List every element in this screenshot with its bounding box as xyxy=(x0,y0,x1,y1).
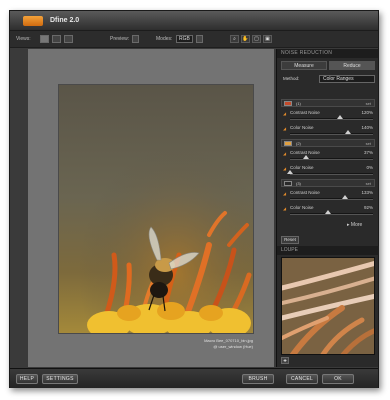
preview-photo xyxy=(58,84,254,334)
slider-track[interactable] xyxy=(290,195,373,200)
slider-thumb[interactable] xyxy=(341,195,348,199)
color-range-set-button[interactable]: set xyxy=(366,181,371,186)
settings-button[interactable]: SETTINGS xyxy=(42,374,78,384)
reset-button[interactable]: Reset xyxy=(281,236,299,244)
views-label: Views: xyxy=(16,36,31,42)
title-bar: Dfine 2.0 xyxy=(10,11,378,31)
color-swatch[interactable] xyxy=(284,181,292,186)
color-swatch[interactable] xyxy=(284,141,292,146)
slider-label: Color Noise xyxy=(290,165,314,170)
slider-thumb[interactable] xyxy=(302,155,309,159)
color-range-tag: (1) xyxy=(296,101,301,106)
bee-flower-image xyxy=(59,85,253,333)
color-range-header[interactable]: (1) set xyxy=(281,99,375,107)
slider-row: ◢ Color Noise 140% xyxy=(281,125,375,138)
tab-reduce[interactable]: Reduce xyxy=(329,61,375,70)
slider-value: 37% xyxy=(363,150,373,155)
slider-label: Color Noise xyxy=(290,205,314,210)
slider-label: Contrast Noise xyxy=(290,110,320,115)
loupe-title: LOUPE xyxy=(277,246,379,255)
panel-tabs: Measure Reduce xyxy=(281,61,375,70)
toolbar: Views: Preview: Modes: RGB ⌕ ✋ ▢ ▣ xyxy=(10,31,378,48)
modes-label: Modes: xyxy=(156,36,173,42)
app-title: Dfine 2.0 xyxy=(50,17,80,24)
ok-button[interactable]: OK xyxy=(322,374,354,384)
view-split-icon[interactable] xyxy=(52,35,61,43)
image-preview-area[interactable]: Macro Bee_070710_bin.jpg @ user_window (… xyxy=(28,49,274,367)
hand-icon[interactable]: ✋ xyxy=(241,35,250,43)
panel-title: NOISE REDUCTION xyxy=(277,49,378,58)
bottom-bar: HELP SETTINGS BRUSH CANCEL OK xyxy=(10,368,378,388)
slider-marker-icon: ◢ xyxy=(283,126,287,131)
slider-track[interactable] xyxy=(290,130,373,135)
method-select[interactable]: Color Ranges xyxy=(319,75,375,83)
loupe-image xyxy=(282,258,374,354)
crop-icon[interactable]: ▢ xyxy=(252,35,261,43)
slider-marker-icon: ◢ xyxy=(283,191,287,196)
image-info: @ user_window (Hue) xyxy=(213,344,253,349)
slider-value: 0% xyxy=(366,165,373,170)
more-label: More xyxy=(350,222,363,228)
zoom-icon[interactable]: ⌕ xyxy=(230,35,239,43)
slider-track[interactable] xyxy=(290,115,373,120)
view-single-icon[interactable] xyxy=(40,35,49,43)
slider-thumb[interactable] xyxy=(287,170,293,174)
color-range-group: (1) set ◢ Contrast Noise 120% ◢ Color Noise 140… xyxy=(281,99,375,143)
view-side-icon[interactable] xyxy=(64,35,73,43)
help-button[interactable]: HELP xyxy=(16,374,38,384)
pin-icon[interactable]: ✚ xyxy=(281,357,289,364)
color-range-tag: (3) xyxy=(296,181,301,186)
slider-marker-icon: ◢ xyxy=(283,151,287,156)
slider-value: 140% xyxy=(361,125,373,130)
color-range-header[interactable]: (2) set xyxy=(281,139,375,147)
slider-thumb[interactable] xyxy=(336,115,343,119)
brush-button[interactable]: BRUSH xyxy=(242,374,274,384)
slider-row: ◢ Color Noise 92% xyxy=(281,205,375,218)
color-swatch[interactable] xyxy=(284,101,292,106)
slider-thumb[interactable] xyxy=(345,130,352,134)
mode-select[interactable]: RGB xyxy=(176,35,193,43)
slider-track[interactable] xyxy=(290,210,373,215)
method-label: Method: xyxy=(283,76,300,81)
color-range-header[interactable]: (3) set xyxy=(281,179,375,187)
slider-label: Color Noise xyxy=(290,125,314,130)
color-range-set-button[interactable]: set xyxy=(366,101,371,106)
preview-label: Preview: xyxy=(110,36,130,42)
slider-marker-icon: ◢ xyxy=(283,166,287,171)
slider-track[interactable] xyxy=(287,170,373,175)
slider-row: ◢ Contrast Noise 37% xyxy=(281,150,375,163)
slider-value: 133% xyxy=(361,190,373,195)
preview-toggle[interactable] xyxy=(132,35,139,43)
noise-reduction-panel: NOISE REDUCTION Measure Reduce Method: C… xyxy=(276,49,379,367)
more-button[interactable]: ▸ More xyxy=(347,222,362,228)
mode-dropdown-icon[interactable] xyxy=(196,35,203,43)
slider-marker-icon: ◢ xyxy=(283,111,287,116)
slider-value: 120% xyxy=(361,110,373,115)
slider-row: ◢ Contrast Noise 133% xyxy=(281,190,375,203)
slider-thumb[interactable] xyxy=(325,210,332,214)
color-range-tag: (2) xyxy=(296,141,301,146)
color-range-set-button[interactable]: set xyxy=(366,141,371,146)
slider-label: Contrast Noise xyxy=(290,190,320,195)
color-range-group: (2) set ◢ Contrast Noise 37% ◢ Color Noise 0% xyxy=(281,139,375,183)
slider-marker-icon: ◢ xyxy=(283,206,287,211)
image-filename: Macro Bee_070710_bin.jpg xyxy=(204,338,253,343)
method-row: Method: Color Ranges xyxy=(281,74,375,84)
slider-value: 92% xyxy=(363,205,373,210)
loupe-view[interactable] xyxy=(281,257,375,355)
tab-measure[interactable]: Measure xyxy=(281,61,327,70)
app-window: Dfine 2.0 Views: Preview: Modes: RGB ⌕ ✋… xyxy=(9,10,379,388)
slider-track[interactable] xyxy=(290,155,373,160)
slider-row: ◢ Contrast Noise 120% xyxy=(281,110,375,123)
cancel-button[interactable]: CANCEL xyxy=(286,374,318,384)
color-range-group: (3) set ◢ Contrast Noise 133% ◢ Color Noise 92% xyxy=(281,179,375,223)
slider-row: ◢ Color Noise 0% xyxy=(281,165,375,178)
logo-icon xyxy=(23,16,43,26)
color-picker-icon[interactable]: ▣ xyxy=(263,35,272,43)
